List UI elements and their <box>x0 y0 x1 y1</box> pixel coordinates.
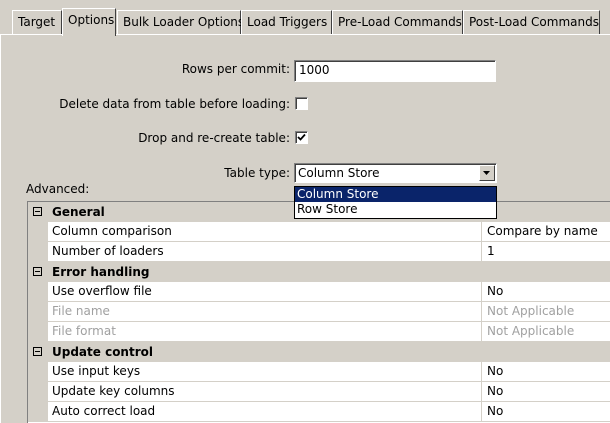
table-type-select[interactable]: Column Store <box>294 163 497 183</box>
table-type-label: Table type: <box>224 166 290 180</box>
tab-strip: Target Options Bulk Loader Options Load … <box>0 0 610 36</box>
table-type-dropdown-list: Column Store Row Store <box>294 186 497 219</box>
tab-target[interactable]: Target <box>12 10 62 34</box>
rows-per-commit-input[interactable]: 1000 <box>294 60 496 82</box>
advanced-label: Advanced: <box>26 182 90 196</box>
chevron-down-icon <box>483 171 490 175</box>
tab-load-triggers[interactable]: Load Triggers <box>241 10 332 34</box>
delete-data-checkbox[interactable] <box>295 97 308 110</box>
drop-recreate-checkbox[interactable] <box>295 131 308 144</box>
table-type-option[interactable]: Row Store <box>295 202 496 217</box>
tab-bulk-loader-options[interactable]: Bulk Loader Options <box>117 10 244 34</box>
checkmark-icon <box>297 133 306 141</box>
table-type-value: Column Store <box>298 166 380 180</box>
table-type-option[interactable]: Column Store <box>295 187 496 202</box>
rows-per-commit-label: Rows per commit: <box>181 62 290 76</box>
dropdown-button[interactable] <box>479 165 495 181</box>
options-panel <box>0 34 610 423</box>
tab-post-load-commands[interactable]: Post-Load Commands <box>463 10 600 34</box>
tab-pre-load-commands[interactable]: Pre-Load Commands <box>332 10 463 34</box>
delete-data-label: Delete data from table before loading: <box>59 97 290 111</box>
tab-options[interactable]: Options <box>62 8 116 36</box>
drop-recreate-label: Drop and re-create table: <box>138 131 290 145</box>
